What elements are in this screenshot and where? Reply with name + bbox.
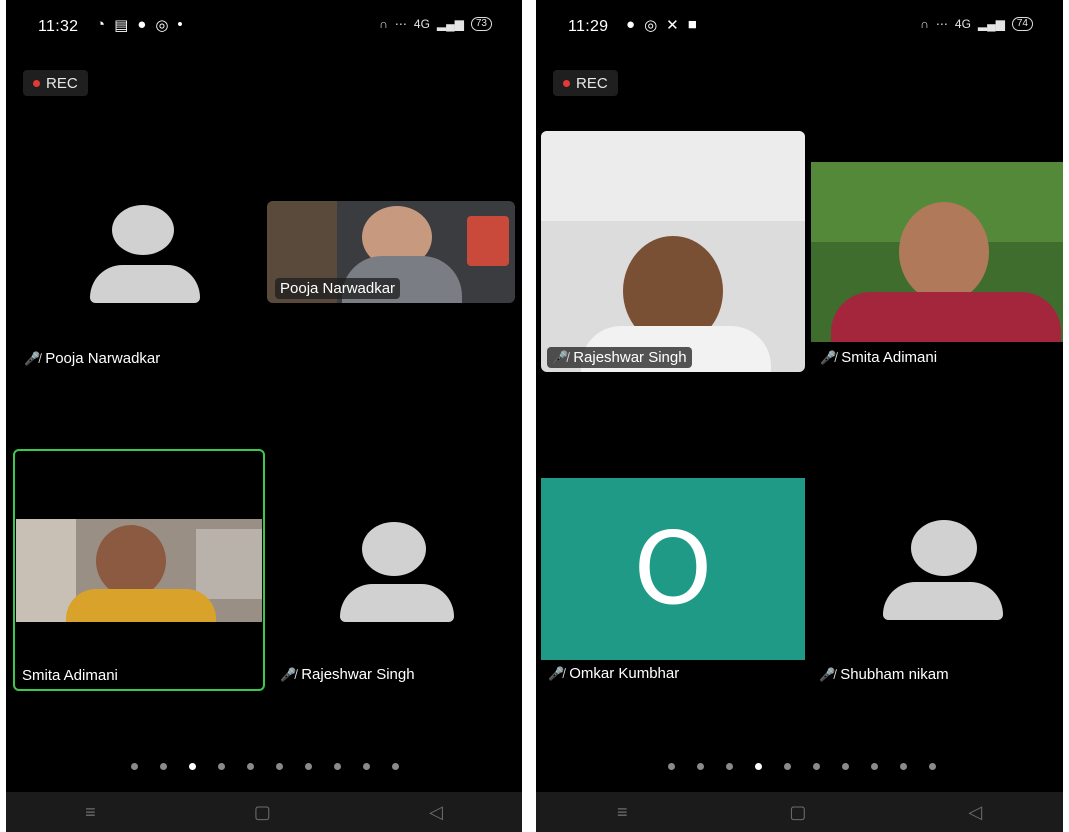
page-indicator[interactable] [131, 763, 399, 770]
mic-muted-icon: 🎤̸ [819, 666, 836, 682]
status-bar: 11:32 ◔ ▤ ● ◎ • ∩ ⋯ 4G ▂▄▆ 73 [6, 14, 522, 40]
vibrate-icon: ⋯ [935, 17, 948, 31]
page-dot[interactable] [784, 763, 791, 770]
page-dot[interactable] [726, 763, 733, 770]
participant-name-label: Pooja Narwadkar [275, 278, 401, 299]
page-dot[interactable] [813, 763, 820, 770]
battery-icon: 73 [470, 17, 492, 31]
signal-icon: ▂▄▆ [977, 17, 1005, 31]
recording-indicator: REC [553, 70, 618, 96]
recording-indicator: REC [23, 70, 88, 96]
right-phone-screen: 11:29 ● ◎ ✕ ■ ∩ ⋯ 4G ▂▄▆ 74 REC 🎤̸ Rajes… [536, 0, 1063, 832]
message-icon: ▤ [114, 17, 129, 34]
status-time: 11:29 [568, 18, 609, 35]
participant-tile[interactable]: 🎤̸ Rajeshwar Singh [272, 500, 522, 690]
missed-call-icon: ✕ [666, 17, 679, 34]
mic-muted-icon: 🎤̸ [548, 665, 565, 681]
left-phone-screen: 11:32 ◔ ▤ ● ◎ • ∩ ⋯ 4G ▂▄▆ 73 REC 🎤̸ Poo… [6, 0, 522, 832]
page-dot[interactable] [697, 763, 704, 770]
video-icon: ■ [687, 16, 697, 33]
rec-dot-icon [563, 79, 570, 87]
menu-icon[interactable]: ≡ [617, 802, 628, 823]
avatar-placeholder-icon [330, 522, 460, 622]
page-dot[interactable] [392, 763, 399, 770]
battery-icon: 74 [1011, 17, 1033, 31]
page-dot[interactable] [842, 763, 849, 770]
facebook-icon: ● [626, 16, 636, 33]
page-dot[interactable] [247, 763, 254, 770]
page-dot[interactable] [305, 763, 312, 770]
participant-video-tile[interactable] [811, 162, 1063, 342]
page-dot[interactable] [929, 763, 936, 770]
rec-label: REC [46, 74, 78, 92]
instagram-icon: ◎ [155, 17, 169, 34]
mic-muted-icon: 🎤̸ [280, 666, 297, 682]
page-dot-active[interactable] [189, 763, 196, 770]
rec-dot-icon [33, 79, 40, 87]
page-indicator[interactable] [668, 763, 936, 770]
page-dot[interactable] [131, 763, 138, 770]
participant-video-tile[interactable]: 🎤̸ Rajeshwar Singh [541, 131, 805, 372]
participant-initial-tile[interactable]: O [541, 478, 805, 660]
more-notifications-icon: • [177, 16, 183, 33]
participant-video-tile[interactable]: Pooja Narwadkar [267, 201, 515, 303]
status-time: 11:32 [38, 18, 79, 35]
page-dot[interactable] [160, 763, 167, 770]
participant-name-label: 🎤̸ Omkar Kumbhar [548, 665, 680, 682]
back-icon[interactable]: ◁ [429, 802, 443, 823]
home-icon[interactable]: ▢ [789, 802, 806, 823]
network-type: 4G [954, 17, 971, 31]
headset-icon: ∩ [379, 17, 388, 31]
home-icon[interactable]: ▢ [254, 802, 271, 823]
page-dot-active[interactable] [755, 763, 762, 770]
participant-tile[interactable]: 🎤̸ Pooja Narwadkar [16, 195, 266, 380]
participant-name-label: Smita Adimani [22, 667, 118, 684]
page-dot[interactable] [668, 763, 675, 770]
signal-icon: ▂▄▆ [436, 17, 464, 31]
status-bar: 11:29 ● ◎ ✕ ■ ∩ ⋯ 4G ▂▄▆ 74 [536, 14, 1063, 40]
participant-video-feed [899, 202, 989, 302]
participant-name-label: 🎤̸ Shubham nikam [819, 666, 949, 683]
participant-tile[interactable]: 🎤̸ Shubham nikam [811, 500, 1063, 690]
page-dot[interactable] [871, 763, 878, 770]
participant-name-label: 🎤̸ Smita Adimani [820, 349, 938, 366]
participant-video-feed [16, 519, 262, 622]
network-type: 4G [413, 17, 430, 31]
system-navigation-bar: ≡ ▢ ◁ [536, 792, 1063, 832]
back-icon[interactable]: ◁ [968, 802, 982, 823]
system-navigation-bar: ≡ ▢ ◁ [6, 792, 522, 832]
active-speaker-tile[interactable]: Smita Adimani [13, 449, 265, 691]
rec-label: REC [576, 74, 608, 92]
menu-icon[interactable]: ≡ [85, 802, 96, 823]
avatar-placeholder-icon [879, 520, 1009, 620]
vibrate-icon: ⋯ [394, 17, 407, 31]
mic-muted-icon: 🎤̸ [820, 349, 837, 365]
participant-name-label: 🎤̸ Pooja Narwadkar [24, 350, 161, 367]
participant-initial: O [633, 510, 713, 627]
participant-name-label: 🎤̸ Rajeshwar Singh [547, 347, 692, 368]
avatar-placeholder-icon [80, 205, 210, 305]
page-dot[interactable] [334, 763, 341, 770]
mic-muted-icon: 🎤̸ [24, 350, 41, 366]
headset-icon: ∩ [920, 17, 929, 31]
page-dot[interactable] [218, 763, 225, 770]
facebook-icon: ● [137, 16, 147, 33]
page-dot[interactable] [363, 763, 370, 770]
page-dot[interactable] [900, 763, 907, 770]
participant-name-label: 🎤̸ Rajeshwar Singh [280, 666, 415, 683]
whatsapp-icon: ◔ [96, 16, 106, 33]
page-dot[interactable] [276, 763, 283, 770]
mic-muted-icon: 🎤̸ [552, 349, 569, 365]
instagram-icon: ◎ [644, 17, 658, 34]
